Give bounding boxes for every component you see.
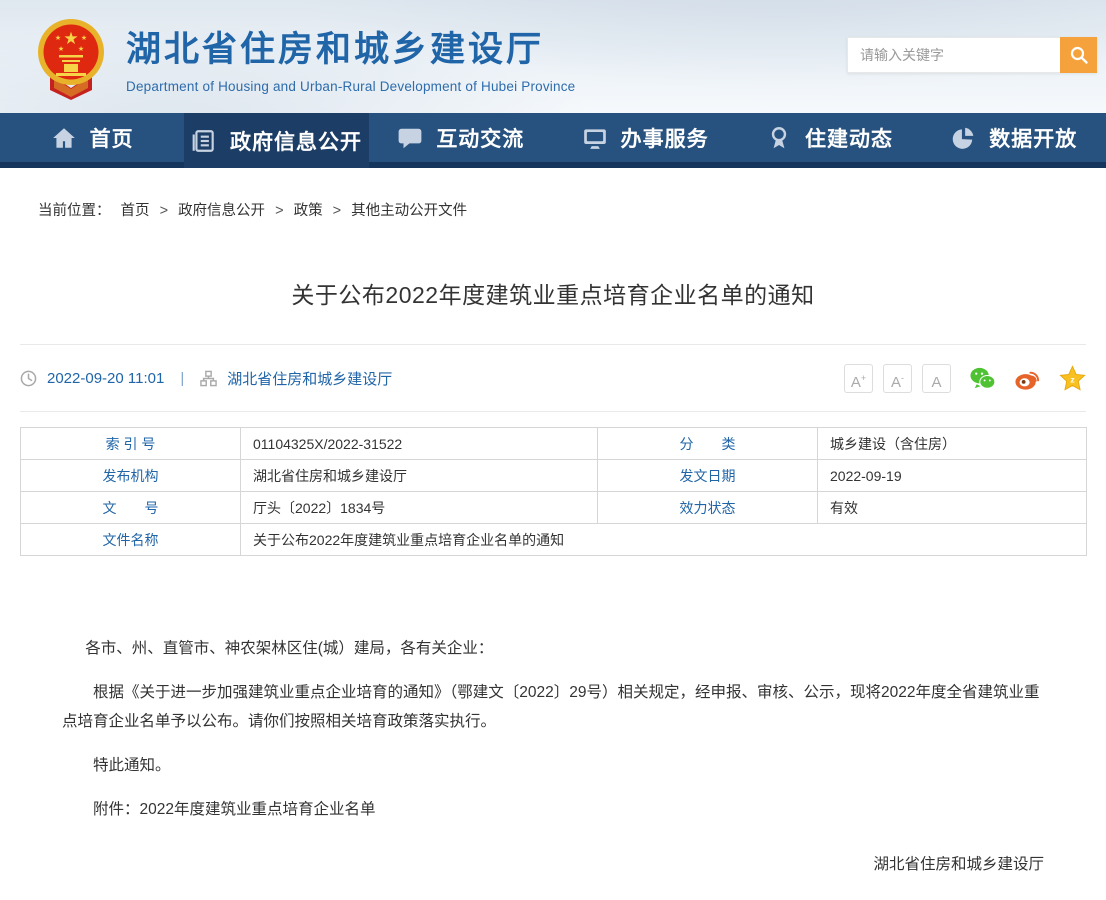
font-increase-button[interactable]: A+ [844, 364, 873, 393]
national-emblem-logo[interactable]: ★ ★ ★ ★ ★ [34, 18, 108, 100]
qzone-star-icon[interactable]: z [1059, 365, 1086, 392]
nav-label: 住建动态 [805, 123, 893, 153]
nav-item-gov-info[interactable]: 政府信息公开 [184, 113, 368, 168]
article-title: 关于公布2022年度建筑业重点培育企业名单的通知 [0, 276, 1106, 310]
breadcrumb-current[interactable]: 其他主动公开文件 [351, 203, 467, 219]
pie-chart-icon [950, 125, 976, 151]
nav-label: 办事服务 [621, 123, 709, 153]
meta-value-publisher: 湖北省住房和城乡建设厅 [241, 460, 598, 492]
wechat-icon[interactable] [969, 365, 996, 392]
table-row: 索 引 号 01104325X/2022-31522 分 类 城乡建设（含住房） [21, 428, 1087, 460]
svg-text:★: ★ [63, 29, 78, 48]
meta-value-validity: 有效 [818, 492, 1087, 524]
meta-label-publisher: 发布机构 [21, 460, 241, 492]
body-paragraph: 根据《关于进一步加强建筑业重点企业培育的通知》（鄂建文〔2022〕29号）相关规… [62, 678, 1044, 736]
svg-text:★: ★ [81, 34, 87, 42]
nav-item-news[interactable]: 住建动态 [737, 113, 921, 162]
source-sitemap-icon [200, 370, 217, 387]
attachment-line: 附件：2022年度建筑业重点培育企业名单 [62, 795, 1044, 824]
document-body: 各市、州、直管市、神农架林区住(城）建局，各有关企业： 根据《关于进一步加强建筑… [0, 634, 1106, 900]
meta-label-doc-no: 文 号 [21, 492, 241, 524]
table-row: 发布机构 湖北省住房和城乡建设厅 发文日期 2022-09-19 [21, 460, 1087, 492]
nav-label: 数据开放 [989, 123, 1077, 153]
article-info-bar: 2022-09-20 11:01 | 湖北省住房和城乡建设厅 A+ A- A [20, 345, 1086, 411]
publish-info: 2022-09-20 11:01 | 湖北省住房和城乡建设厅 [20, 368, 392, 389]
signature-block: 湖北省住房和城乡建设厅 2022年9月19日 [62, 850, 1044, 900]
monitor-icon [582, 125, 608, 151]
nav-item-home[interactable]: 首页 [0, 113, 184, 162]
meta-label-category: 分 类 [598, 428, 818, 460]
site-subtitle: Department of Housing and Urban-Rural De… [126, 79, 575, 94]
meta-label-doc-title: 文件名称 [21, 524, 241, 556]
meta-value-doc-no: 厅头〔2022〕1834号 [241, 492, 598, 524]
search-input[interactable] [847, 37, 1060, 73]
breadcrumb-policy[interactable]: 政策 [294, 203, 323, 219]
breadcrumb-gov-info[interactable]: 政府信息公开 [178, 203, 265, 219]
nav-item-interaction[interactable]: 互动交流 [369, 113, 553, 162]
font-decrease-button[interactable]: A- [883, 364, 912, 393]
breadcrumb: 当前位置： 首页 > 政府信息公开 > 政策 > 其他主动公开文件 [38, 199, 1106, 220]
magnifier-icon [1069, 45, 1089, 65]
breadcrumb-prefix: 当前位置： [38, 203, 111, 219]
salutation: 各市、州、直管市、神农架林区住(城）建局，各有关企业： [62, 634, 1044, 663]
divider [20, 411, 1086, 412]
clock-icon [20, 370, 37, 387]
nav-label: 政府信息公开 [230, 126, 362, 156]
document-icon [191, 128, 217, 154]
svg-text:z: z [1070, 374, 1075, 384]
nav-item-open-data[interactable]: 数据开放 [922, 113, 1106, 162]
breadcrumb-home[interactable]: 首页 [121, 203, 150, 219]
svg-text:★: ★ [55, 34, 61, 42]
nav-label: 首页 [90, 123, 134, 153]
svg-text:★: ★ [78, 45, 84, 53]
nav-item-services[interactable]: 办事服务 [553, 113, 737, 162]
meta-value-index-no: 01104325X/2022-31522 [241, 428, 598, 460]
meta-value-issue-date: 2022-09-19 [818, 460, 1087, 492]
medal-icon [766, 125, 792, 151]
home-icon [51, 125, 77, 151]
signature-org: 湖北省住房和城乡建设厅 [62, 850, 1044, 879]
info-separator: | [180, 370, 184, 387]
table-row: 文件名称 关于公布2022年度建筑业重点培育企业名单的通知 [21, 524, 1087, 556]
closing-line: 特此通知。 [62, 751, 1044, 780]
svg-text:★: ★ [58, 45, 64, 53]
breadcrumb-separator: > [333, 203, 341, 219]
site-header: ★ ★ ★ ★ ★ 湖北省住房和城乡建设厅 Department of Hous… [0, 0, 1106, 113]
meta-value-doc-title: 关于公布2022年度建筑业重点培育企业名单的通知 [241, 524, 1087, 556]
breadcrumb-separator: > [275, 203, 283, 219]
meta-label-index-no: 索 引 号 [21, 428, 241, 460]
meta-label-validity: 效力状态 [598, 492, 818, 524]
breadcrumb-separator: > [160, 203, 168, 219]
meta-value-category: 城乡建设（含住房） [818, 428, 1087, 460]
article-tools: A+ A- A z [844, 364, 1086, 393]
font-reset-button[interactable]: A [922, 364, 951, 393]
document-meta-table: 索 引 号 01104325X/2022-31522 分 类 城乡建设（含住房）… [20, 427, 1087, 556]
site-title: 湖北省住房和城乡建设厅 [126, 21, 575, 72]
weibo-icon[interactable] [1014, 365, 1041, 392]
search-button[interactable] [1060, 37, 1097, 73]
table-row: 文 号 厅头〔2022〕1834号 效力状态 有效 [21, 492, 1087, 524]
chat-bubble-icon [397, 125, 423, 151]
search-box [847, 37, 1097, 73]
meta-label-issue-date: 发文日期 [598, 460, 818, 492]
main-nav: 首页 政府信息公开 互动交流 办事服务 住建动态 [0, 113, 1106, 168]
publish-source: 湖北省住房和城乡建设厅 [227, 368, 392, 389]
nav-label: 互动交流 [436, 123, 524, 153]
publish-time: 2022-09-20 11:01 [47, 370, 164, 387]
